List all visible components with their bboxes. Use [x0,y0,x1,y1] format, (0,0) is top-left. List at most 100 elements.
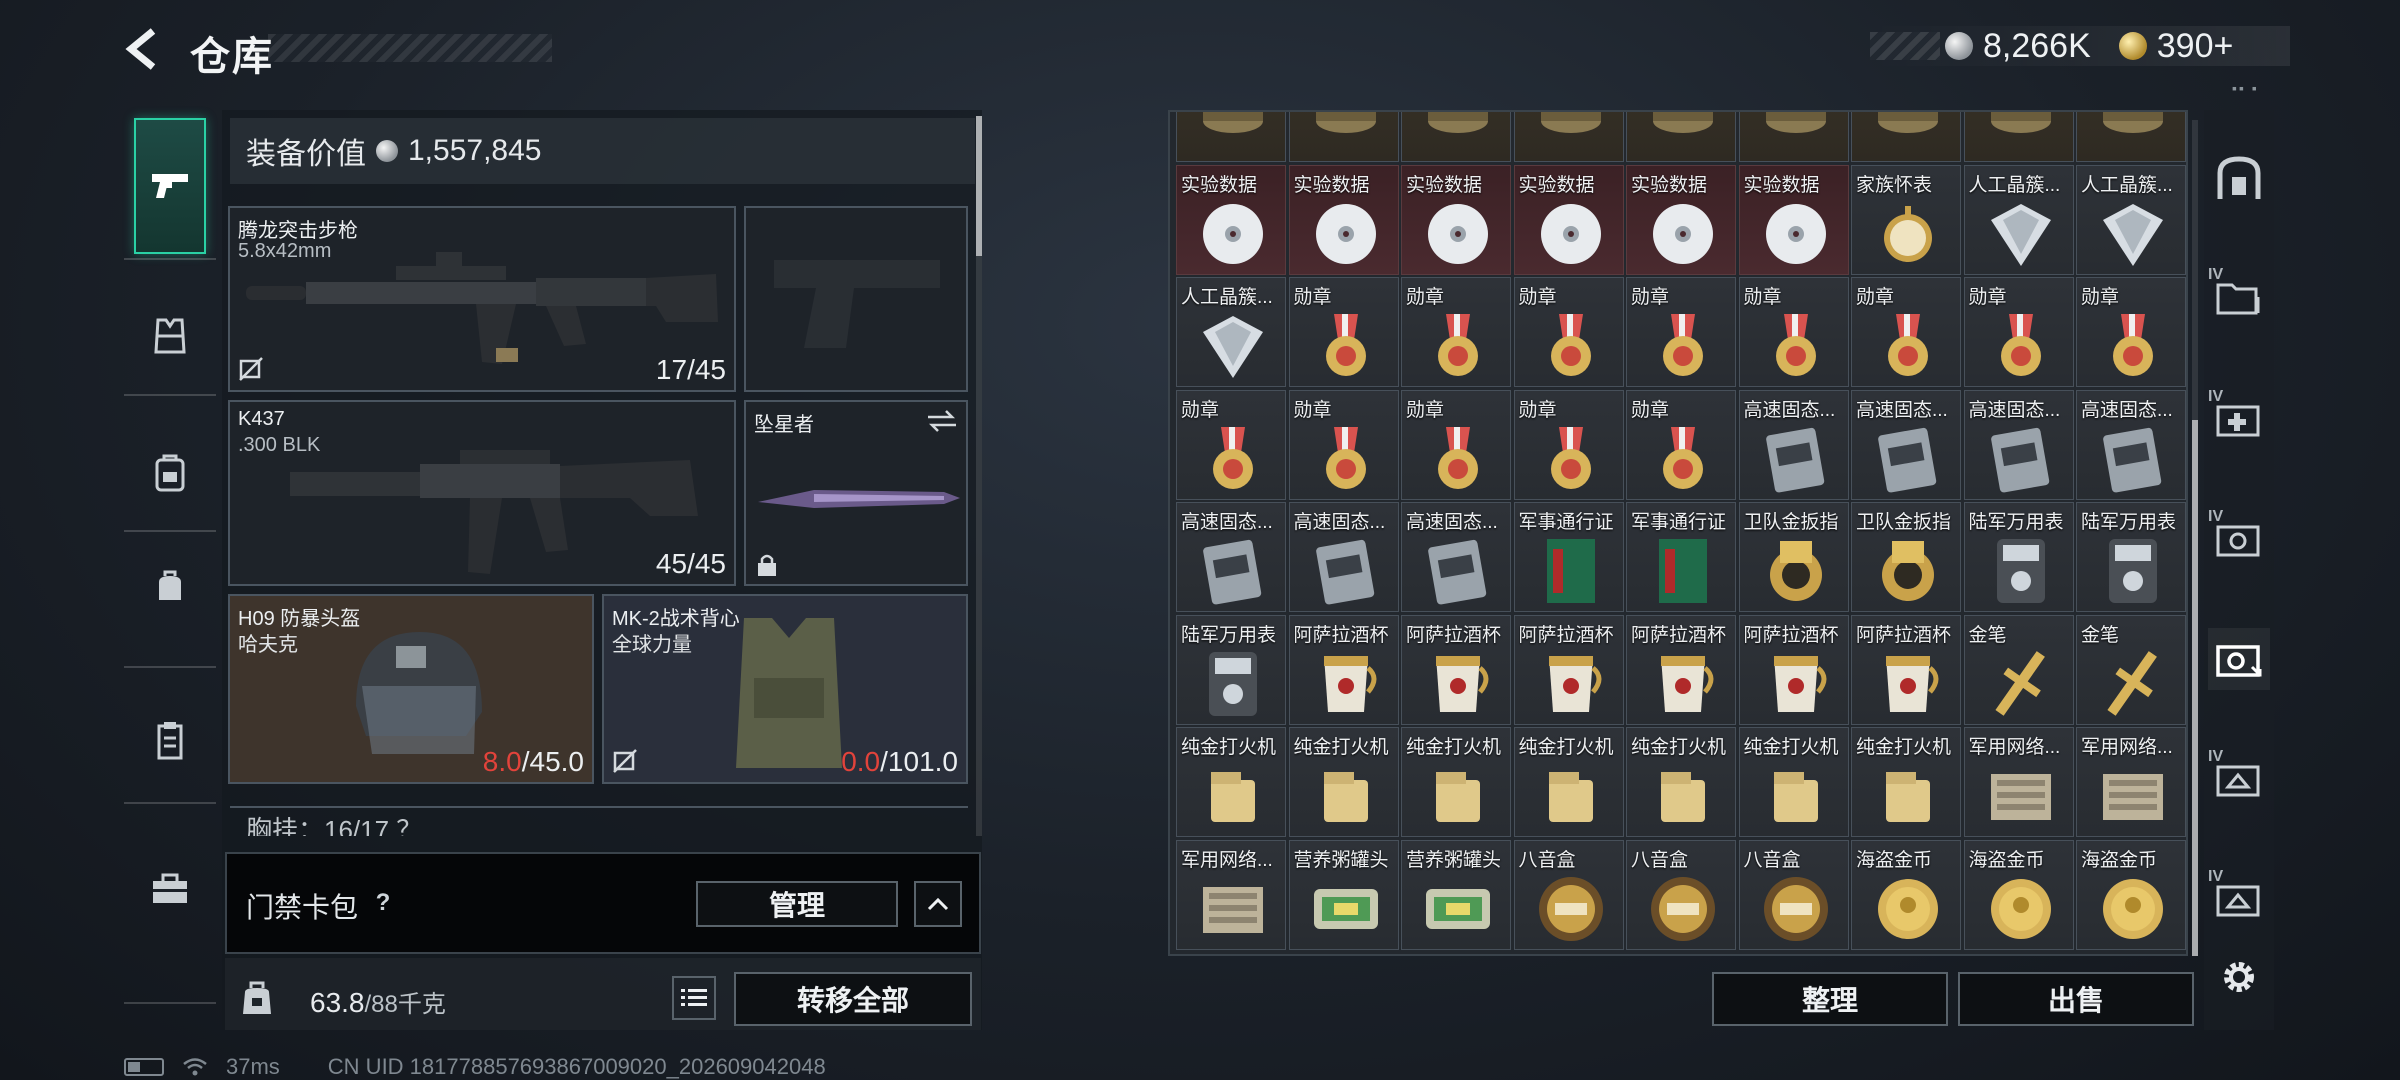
category-armor[interactable] [134,300,206,372]
sidearm-slot[interactable] [744,206,968,392]
stash-item[interactable]: 实验数据 [1626,164,1736,275]
stash-item[interactable]: 纯金打火机 [1626,727,1736,837]
equipment-scroll-thumb[interactable] [976,116,982,256]
stash-item[interactable]: 勋章 [1288,389,1399,500]
chest-rig-row[interactable]: 胸挂：16/17 ？ [230,806,968,836]
stash-item[interactable]: 阿萨拉酒杯 [1513,614,1624,725]
stash-item[interactable]: 勋章 [1963,277,2074,387]
list-view-button[interactable] [672,976,716,1020]
armor-slot[interactable]: MK-2战术背心 全球力量 0.0/101.0 [602,594,968,784]
stash-item[interactable]: 海盗金币 [2076,839,2186,950]
stash-item[interactable]: 纯金打火机 [1176,727,1286,837]
stash-item[interactable]: 八音盒 [1626,839,1736,950]
stash-item[interactable]: 高速固态... [1176,502,1286,612]
stash-item[interactable]: 人工晶簇... [1176,277,1286,387]
storage-tab-3[interactable]: IV [2208,388,2270,450]
stash-item[interactable]: 高速固态... [2076,389,2186,500]
stash-item[interactable]: 军用网络... [2076,727,2186,837]
stash-item[interactable] [1851,112,1961,162]
stash-item[interactable]: 阿萨拉酒杯 [1288,614,1399,725]
stash-item[interactable] [1738,112,1849,162]
stash-item[interactable]: 勋章 [2076,277,2186,387]
stash-item[interactable]: 勋章 [1401,389,1511,500]
stash-item[interactable] [1176,112,1286,162]
stash-item[interactable]: 纯金打火机 [1513,727,1624,837]
stash-item[interactable]: 勋章 [1626,277,1736,387]
stash-item[interactable]: 勋章 [1176,389,1286,500]
storage-tab-4[interactable]: IV [2208,508,2270,570]
stash-item[interactable]: 阿萨拉酒杯 [1401,614,1511,725]
stash-item[interactable] [2076,112,2186,162]
stash-item[interactable]: 营养粥罐头 [1401,839,1511,950]
storage-tab-5[interactable] [2208,628,2270,690]
storage-tab-6[interactable]: IV [2208,748,2270,810]
stash-item[interactable] [1963,112,2074,162]
stash-item[interactable]: 实验数据 [1288,164,1399,275]
stash-item[interactable] [1513,112,1624,162]
sort-button[interactable]: 整理 [1712,972,1948,1026]
stash-item[interactable]: 勋章 [1513,389,1624,500]
stash-item[interactable]: 高速固态... [1738,389,1849,500]
stash-item[interactable]: 纯金打火机 [1401,727,1511,837]
swap-icon[interactable] [926,408,958,434]
stash-item[interactable]: 海盗金币 [1963,839,2074,950]
stash-item[interactable]: 高速固态... [1963,389,2074,500]
stash-item[interactable]: 勋章 [1851,277,1961,387]
stash-scroll-thumb[interactable] [2192,420,2198,956]
settings-button[interactable] [2208,946,2270,1008]
stash-item[interactable] [1626,112,1736,162]
stash-item[interactable]: 勋章 [1513,277,1624,387]
stash-item[interactable]: 实验数据 [1401,164,1511,275]
manage-button[interactable]: 管理 [696,881,898,927]
transfer-all-button[interactable]: 转移全部 [734,972,972,1026]
stash-item[interactable]: 陆军万用表 [2076,502,2186,612]
stash-item[interactable]: 金笔 [1963,614,2074,725]
stash-item[interactable]: 军用网络... [1963,727,2074,837]
stash-item[interactable]: 勋章 [1738,277,1849,387]
stash-item[interactable]: 阿萨拉酒杯 [1851,614,1961,725]
category-backpack[interactable] [134,436,206,508]
stash-item[interactable]: 卫队金扳指 [1851,502,1961,612]
stash-item[interactable]: 实验数据 [1738,164,1849,275]
stash-item[interactable]: 勋章 [1626,389,1736,500]
stash-item[interactable] [1401,112,1511,162]
add-currency-button[interactable]: + [2214,27,2234,65]
stash-item[interactable]: 高速固态... [1851,389,1961,500]
melee-slot[interactable]: 坠星者 [744,400,968,586]
stash-item[interactable]: 高速固态... [1401,502,1511,612]
stash-item[interactable]: 陆军万用表 [1963,502,2074,612]
stash-item[interactable]: 海盗金币 [1851,839,1961,950]
stash-item[interactable]: 八音盒 [1738,839,1849,950]
stash-item[interactable]: 军事通行证 [1513,502,1624,612]
helmet-slot[interactable]: H09 防暴头盔 哈夫克 8.0/45.0 [228,594,594,784]
secondary-weapon-slot[interactable]: K437 .300 BLK 45/45 [228,400,736,586]
storage-tab-7[interactable]: IV [2208,868,2270,930]
back-button[interactable] [118,24,168,74]
stash-item[interactable]: 纯金打火机 [1738,727,1849,837]
sell-button[interactable]: 出售 [1958,972,2194,1026]
help-icon[interactable]: ? [368,888,398,918]
stash-item[interactable]: 金笔 [2076,614,2186,725]
stash-item[interactable]: 纯金打火机 [1851,727,1961,837]
stash-item[interactable]: 阿萨拉酒杯 [1738,614,1849,725]
storage-tab-safe[interactable] [2208,148,2270,210]
stash-item[interactable]: 人工晶簇... [1963,164,2074,275]
stash-item[interactable]: 陆军万用表 [1176,614,1286,725]
storage-tab-2[interactable]: IV [2208,266,2270,328]
category-bag[interactable] [134,550,206,622]
stash-item[interactable] [1288,112,1399,162]
stash-item[interactable]: 高速固态... [1288,502,1399,612]
primary-weapon-slot[interactable]: 腾龙突击步枪 5.8x42mm 17/45 [228,206,736,392]
stash-item[interactable]: 人工晶簇... [2076,164,2186,275]
category-weapons[interactable] [134,118,206,254]
stash-item[interactable]: 实验数据 [1176,164,1286,275]
stash-item[interactable]: 家族怀表 [1851,164,1961,275]
stash-item[interactable]: 军事通行证 [1626,502,1736,612]
stash-item[interactable]: 军用网络... [1176,839,1286,950]
stash-item[interactable]: 勋章 [1401,277,1511,387]
category-toolbox[interactable] [134,852,206,924]
stash-item[interactable]: 营养粥罐头 [1288,839,1399,950]
stash-item[interactable]: 八音盒 [1513,839,1624,950]
collapse-button[interactable] [914,881,962,927]
stash-item[interactable]: 纯金打火机 [1288,727,1399,837]
